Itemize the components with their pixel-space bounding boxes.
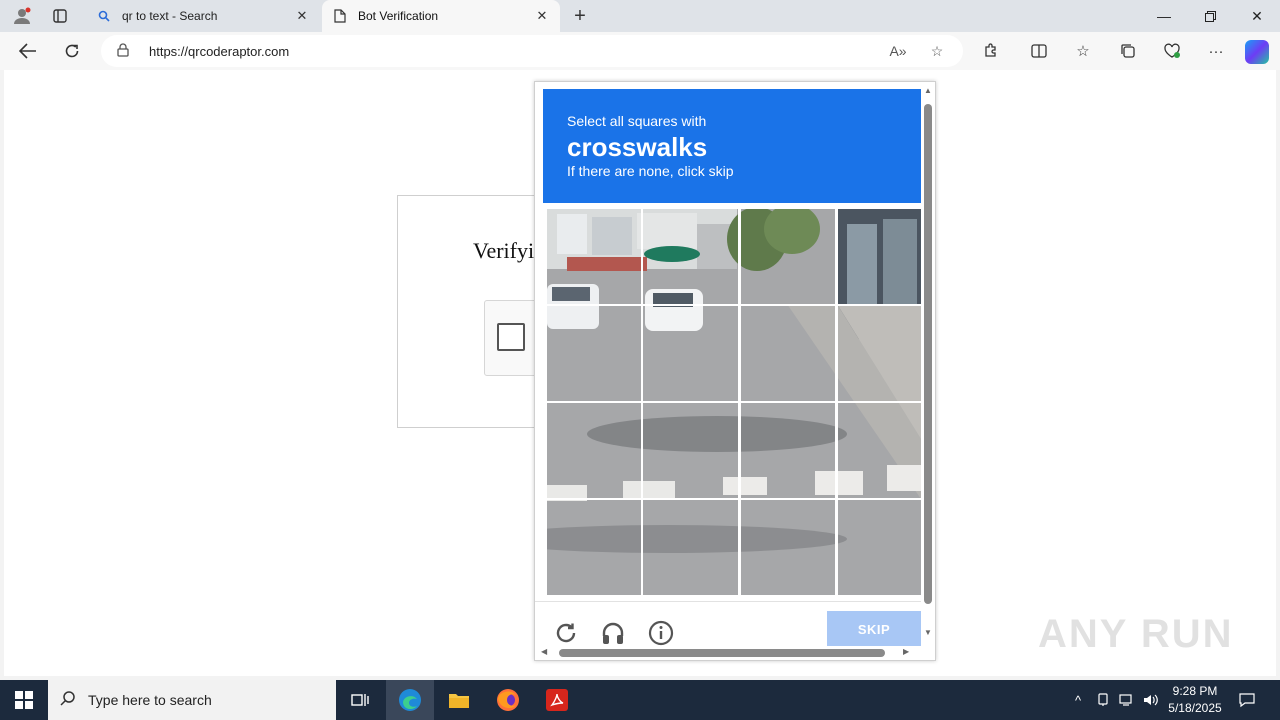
edge-taskbar-icon[interactable] — [386, 680, 434, 720]
notifications-icon[interactable] — [1236, 680, 1258, 720]
grid-tile-7[interactable] — [740, 306, 837, 403]
more-options-icon[interactable]: ··· — [1204, 40, 1228, 62]
reload-challenge-icon[interactable] — [551, 619, 581, 647]
back-button[interactable] — [13, 37, 43, 65]
taskbar-search-box[interactable]: Type here to search — [48, 680, 336, 720]
prompt-target: crosswalks — [567, 132, 708, 162]
grid-tile-3[interactable] — [740, 209, 837, 306]
tab-qr-search[interactable]: qr to text - Search ✕ — [86, 0, 320, 32]
new-tab-button[interactable]: + — [566, 4, 594, 28]
captcha-checkbox[interactable] — [497, 323, 525, 351]
footer-divider — [535, 601, 921, 602]
popup-vertical-scrollbar[interactable]: ▲ ▼ — [921, 82, 935, 646]
grid-tile-1[interactable] — [547, 209, 643, 306]
clock-time: 9:28 PM — [1172, 684, 1218, 698]
popup-horizontal-scrollbar[interactable]: ◀ ▶ — [535, 646, 921, 660]
scroll-down-arrow-icon[interactable]: ▼ — [923, 628, 933, 637]
page-icon — [332, 8, 348, 24]
search-icon — [60, 690, 78, 711]
minimize-button[interactable]: — — [1141, 0, 1187, 32]
windows-taskbar: Type here to search ^ 9:28 PM 5/18/2025 — [0, 680, 1280, 720]
close-tab-icon[interactable]: ✕ — [294, 8, 310, 24]
lock-icon[interactable] — [117, 42, 133, 60]
grid-tile-11[interactable] — [740, 403, 837, 500]
browser-toolbar: https://qrcoderaptor.com A» ☆ ☆ ··· — [0, 32, 1280, 70]
favorite-star-icon[interactable]: ☆ — [926, 41, 948, 61]
grid-tile-8[interactable] — [837, 306, 921, 403]
tab-bot-verification[interactable]: Bot Verification ✕ — [322, 0, 560, 32]
skip-button[interactable]: SKIP — [827, 611, 921, 647]
file-explorer-icon[interactable] — [435, 680, 483, 720]
read-aloud-icon[interactable]: A» — [887, 41, 909, 61]
scroll-up-arrow-icon[interactable]: ▲ — [923, 86, 933, 95]
prompt-hint: If there are none, click skip — [567, 163, 734, 179]
scroll-left-arrow-icon[interactable]: ◀ — [541, 647, 547, 656]
taskbar-clock[interactable]: 9:28 PM 5/18/2025 — [1160, 683, 1230, 717]
extensions-icon[interactable] — [979, 40, 1003, 62]
grid-tile-13[interactable] — [547, 500, 643, 595]
close-window-button[interactable]: ✕ — [1234, 0, 1280, 32]
show-hidden-icons-icon[interactable]: ^ — [1068, 680, 1088, 720]
firefox-icon[interactable] — [484, 680, 532, 720]
captcha-image-grid — [547, 209, 921, 595]
captcha-challenge-popup: Select all squares with crosswalks If th… — [534, 81, 936, 661]
grid-tile-12[interactable] — [837, 403, 921, 500]
copilot-icon[interactable] — [1245, 40, 1269, 64]
network-icon[interactable] — [1116, 680, 1138, 720]
grid-tile-9[interactable] — [547, 403, 643, 500]
acrobat-icon[interactable] — [533, 680, 581, 720]
prompt-instruction: Select all squares with — [567, 113, 707, 129]
grid-tile-5[interactable] — [547, 306, 643, 403]
tab-actions-icon[interactable] — [46, 4, 74, 28]
network-device-icon[interactable] — [1093, 680, 1113, 720]
vertical-scroll-thumb[interactable] — [924, 104, 932, 604]
profile-icon[interactable] — [8, 4, 36, 28]
clock-date: 5/18/2025 — [1168, 701, 1222, 715]
grid-tile-10[interactable] — [643, 403, 740, 500]
verification-title: Verifyi — [473, 238, 535, 263]
grid-tile-2[interactable] — [643, 209, 740, 306]
address-bar[interactable]: https://qrcoderaptor.com A» ☆ — [101, 35, 963, 67]
refresh-button[interactable] — [57, 37, 87, 65]
audio-challenge-icon[interactable] — [598, 619, 628, 647]
start-button[interactable] — [0, 680, 48, 720]
grid-tile-4[interactable] — [837, 209, 921, 306]
close-tab-icon[interactable]: ✕ — [534, 8, 550, 24]
task-view-icon[interactable] — [336, 680, 384, 720]
grid-tile-14[interactable] — [643, 500, 740, 595]
search-icon — [96, 8, 112, 24]
info-icon[interactable] — [646, 619, 676, 647]
taskbar-search-placeholder: Type here to search — [88, 692, 212, 708]
split-screen-icon[interactable] — [1027, 40, 1051, 62]
scroll-right-arrow-icon[interactable]: ▶ — [903, 647, 909, 656]
restore-button[interactable] — [1187, 0, 1233, 32]
horizontal-scroll-thumb[interactable] — [559, 649, 885, 657]
collections-icon[interactable] — [1116, 40, 1140, 62]
grid-tile-15[interactable] — [740, 500, 837, 595]
grid-tile-6[interactable] — [643, 306, 740, 403]
tab-label: Bot Verification — [358, 9, 439, 23]
favorites-icon[interactable]: ☆ — [1071, 40, 1095, 62]
url-text[interactable]: https://qrcoderaptor.com — [149, 44, 289, 59]
anyrun-watermark: ANY RUN — [1038, 612, 1234, 656]
tab-label: qr to text - Search — [122, 9, 218, 23]
grid-tile-16[interactable] — [837, 500, 921, 595]
browser-essentials-icon[interactable] — [1160, 40, 1184, 62]
captcha-prompt: Select all squares with crosswalks If th… — [543, 89, 921, 203]
browser-tab-bar: qr to text - Search ✕ Bot Verification ✕… — [0, 0, 1280, 32]
volume-icon[interactable] — [1140, 680, 1162, 720]
